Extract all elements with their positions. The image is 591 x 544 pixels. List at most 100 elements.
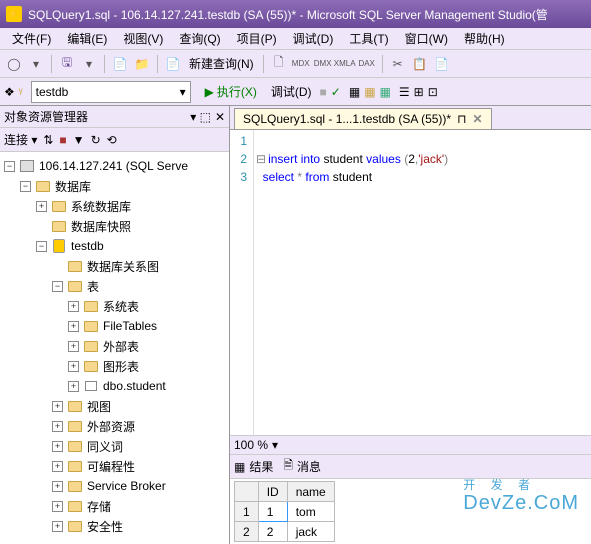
expand-icon[interactable]: +: [36, 201, 47, 212]
menu-project[interactable]: 项目(P): [229, 30, 285, 47]
tb-icon-1[interactable]: 🗋: [269, 54, 289, 74]
tree-synonyms[interactable]: 同义词: [87, 438, 123, 455]
tree-security[interactable]: 安全性: [87, 518, 123, 535]
tree-graphtables[interactable]: 图形表: [103, 358, 139, 375]
expand-icon[interactable]: −: [52, 281, 63, 292]
expand-icon[interactable]: +: [52, 441, 63, 452]
menu-edit[interactable]: 编辑(E): [59, 30, 115, 47]
expand-icon[interactable]: −: [36, 241, 47, 252]
tb-mdx-icon[interactable]: MDX: [291, 54, 311, 74]
messages-tab[interactable]: 🗎消息: [283, 456, 321, 477]
tb-dmx-icon[interactable]: DMX: [313, 54, 333, 74]
paste-icon[interactable]: 📄: [432, 54, 452, 74]
tree-broker[interactable]: Service Broker: [87, 479, 166, 493]
conn-icon-3[interactable]: ▼: [73, 133, 85, 147]
tb2-icon-1[interactable]: ❖: [4, 85, 15, 99]
tb-xmla-icon[interactable]: XMLA: [335, 54, 355, 74]
tb-dax-icon[interactable]: DAX: [357, 54, 377, 74]
tb2-grid-icon[interactable]: ▦: [349, 85, 360, 99]
expand-icon[interactable]: −: [4, 161, 15, 172]
conn-icon-1[interactable]: ⇅: [43, 133, 53, 147]
expand-icon[interactable]: +: [52, 421, 63, 432]
pin-icon[interactable]: ⊓: [457, 112, 466, 126]
menu-help[interactable]: 帮助(H): [456, 30, 513, 47]
folder-icon: [67, 419, 83, 433]
expand-icon[interactable]: +: [52, 461, 63, 472]
connect-button[interactable]: 连接 ▾: [4, 131, 37, 148]
tree-views[interactable]: 视图: [87, 398, 111, 415]
conn-icon-5[interactable]: ⟲: [107, 133, 117, 147]
tree-snapshot[interactable]: 数据库快照: [71, 218, 131, 235]
menu-view[interactable]: 视图(V): [115, 30, 171, 47]
code-editor[interactable]: 1 2 3 ⊟insert into student values (2,'ja…: [230, 130, 591, 435]
tree-extres[interactable]: 外部资源: [87, 418, 135, 435]
tree-exttables[interactable]: 外部表: [103, 338, 139, 355]
table-row[interactable]: 2 2 jack: [235, 522, 335, 542]
expand-icon[interactable]: +: [52, 401, 63, 412]
tb2-plan-icon[interactable]: ▦: [364, 85, 375, 99]
tree-tables[interactable]: 表: [87, 278, 99, 295]
new-file-icon[interactable]: 📄: [110, 54, 130, 74]
object-tree[interactable]: −106.14.127.241 (SQL Serve −数据库 +系统数据库 数…: [0, 152, 229, 544]
col-id[interactable]: ID: [258, 482, 287, 502]
nav-fwd-icon[interactable]: ▾: [26, 54, 46, 74]
tb2-icon-2[interactable]: ᵞ: [19, 85, 23, 99]
stop-icon[interactable]: ■: [320, 85, 327, 99]
zoom-value[interactable]: 100 %: [234, 438, 268, 452]
tree-dbo-student[interactable]: dbo.student: [103, 379, 166, 393]
col-name[interactable]: name: [287, 482, 334, 502]
table-row[interactable]: 1 1 tom: [235, 502, 335, 522]
tree-sysdb[interactable]: 系统数据库: [71, 198, 131, 215]
results-grid[interactable]: ID name 1 1 tom 2 2 jack: [230, 479, 591, 544]
tb2-res1-icon[interactable]: ☰: [399, 85, 410, 99]
tree-testdb[interactable]: testdb: [71, 239, 104, 253]
menu-file[interactable]: 文件(F): [4, 30, 59, 47]
expand-icon[interactable]: +: [68, 341, 79, 352]
cut-icon[interactable]: ✂: [388, 54, 408, 74]
fold-icon[interactable]: ⊟: [256, 152, 266, 166]
tree-prog[interactable]: 可编程性: [87, 458, 135, 475]
conn-icon-2[interactable]: ■: [59, 133, 66, 147]
menu-query[interactable]: 查询(Q): [171, 30, 228, 47]
pin-icon[interactable]: ▾ ⬚: [190, 110, 211, 124]
open-icon[interactable]: ▾: [79, 54, 99, 74]
expand-icon[interactable]: +: [52, 521, 63, 532]
tb2-res3-icon[interactable]: ⊡: [428, 85, 438, 99]
tb2-res2-icon[interactable]: ⊞: [414, 85, 424, 99]
expand-icon[interactable]: +: [52, 501, 63, 512]
new-query-button[interactable]: 新建查询(N): [185, 55, 258, 72]
new-query-icon[interactable]: 📄: [163, 54, 183, 74]
tree-systables[interactable]: 系统表: [103, 298, 139, 315]
copy-icon[interactable]: 📋: [410, 54, 430, 74]
tree-filetables[interactable]: FileTables: [103, 319, 157, 333]
code-lines[interactable]: ⊟insert into student values (2,'jack') s…: [254, 130, 450, 435]
menu-debug[interactable]: 调试(D): [285, 30, 342, 47]
close-panel-icon[interactable]: ✕: [215, 110, 225, 124]
expand-icon[interactable]: +: [68, 321, 79, 332]
tree-diagram[interactable]: 数据库关系图: [87, 258, 159, 275]
tree-server[interactable]: 106.14.127.241 (SQL Serve: [39, 159, 188, 173]
expand-icon[interactable]: +: [52, 481, 63, 492]
execute-button[interactable]: ▶ 执行(X): [199, 83, 263, 100]
save-icon[interactable]: 🖫: [57, 54, 77, 74]
menu-window[interactable]: 窗口(W): [397, 30, 456, 47]
editor-area: SQLQuery1.sql - 1...1.testdb (SA (55))* …: [230, 106, 591, 544]
debug-button[interactable]: 调试(D): [267, 83, 316, 100]
database-select[interactable]: testdb ▾: [31, 81, 191, 103]
expand-icon[interactable]: +: [68, 301, 79, 312]
parse-icon[interactable]: ✓: [331, 85, 341, 99]
expand-icon[interactable]: −: [20, 181, 31, 192]
tree-storage[interactable]: 存储: [87, 498, 111, 515]
folder-icon[interactable]: 📁: [132, 54, 152, 74]
conn-refresh-icon[interactable]: ↻: [91, 133, 101, 147]
expand-icon[interactable]: +: [68, 381, 79, 392]
chevron-down-icon[interactable]: ▾: [272, 438, 278, 452]
tree-databases[interactable]: 数据库: [55, 178, 91, 195]
editor-tab[interactable]: SQLQuery1.sql - 1...1.testdb (SA (55))* …: [234, 108, 492, 129]
results-tab[interactable]: ▦结果: [234, 458, 273, 475]
close-tab-icon[interactable]: ✕: [472, 112, 482, 126]
menu-tools[interactable]: 工具(T): [341, 30, 396, 47]
tb2-opt-icon[interactable]: ▦: [380, 85, 391, 99]
expand-icon[interactable]: +: [68, 361, 79, 372]
nav-back-icon[interactable]: ◯: [4, 54, 24, 74]
